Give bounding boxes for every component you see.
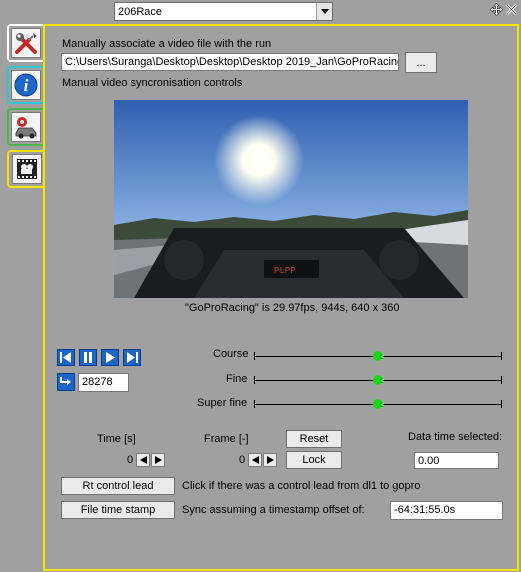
lock-button[interactable]: Lock	[286, 451, 342, 469]
file-time-stamp-description: Sync assuming a timestamp offset of:	[182, 504, 365, 516]
video-info-label: "GoProRacing" is 29.97fps, 944s, 640 x 3…	[185, 302, 400, 314]
course-slider[interactable]	[254, 351, 502, 363]
pause-icon	[84, 352, 92, 363]
svg-text:i: i	[24, 76, 29, 95]
reset-button[interactable]: Reset	[286, 430, 342, 448]
slider-thumb[interactable]	[373, 375, 383, 385]
play-icon	[106, 352, 115, 363]
time-value: 0	[127, 454, 134, 466]
associate-label: Manually associate a video file with the…	[62, 38, 272, 50]
timestamp-offset-input[interactable]: -64:31:55.0s	[390, 501, 503, 520]
tab-setup[interactable]	[7, 24, 43, 62]
info-icon: i	[11, 70, 41, 100]
video-preview: PLPP	[114, 100, 468, 298]
rt-control-lead-button[interactable]: Rt control lead	[61, 477, 175, 495]
car-settings-icon	[11, 112, 41, 142]
browse-button[interactable]: ...	[405, 52, 437, 73]
file-time-stamp-button[interactable]: File time stamp	[61, 501, 175, 519]
skip-end-icon	[127, 352, 138, 363]
tab-car[interactable]	[7, 108, 43, 146]
arrow-right-icon	[266, 456, 274, 464]
frame-label: Frame [-]	[204, 433, 249, 445]
frame-value: 0	[239, 454, 246, 466]
super-fine-slider[interactable]	[254, 399, 502, 411]
sync-controls-label: Manual video syncronisation controls	[62, 77, 243, 89]
video-camera-icon	[12, 154, 42, 184]
slider-tick	[501, 376, 502, 384]
data-time-input[interactable]: 0.00	[414, 452, 499, 469]
slider-thumb[interactable]	[373, 351, 383, 361]
slider-tick	[501, 352, 502, 360]
time-step-forward-button[interactable]	[151, 453, 165, 467]
chevron-down-icon[interactable]	[316, 3, 332, 20]
slider-thumb[interactable]	[373, 399, 383, 409]
course-slider-label: Course	[213, 348, 249, 360]
time-label: Time [s]	[97, 433, 136, 445]
fine-slider[interactable]	[254, 375, 502, 387]
return-arrow-icon	[60, 377, 71, 385]
frame-step-forward-button[interactable]	[263, 453, 277, 467]
svg-text:PLPP: PLPP	[274, 266, 296, 276]
skip-to-start-button[interactable]	[57, 349, 75, 366]
tab-video[interactable]	[7, 150, 45, 188]
fine-slider-label: Fine	[226, 373, 248, 385]
tab-info[interactable]: i	[7, 66, 43, 104]
run-select[interactable]: 206Race	[114, 2, 333, 21]
skip-to-end-button[interactable]	[123, 349, 141, 366]
slider-tick	[501, 400, 502, 408]
frame-step-back-button[interactable]	[248, 453, 262, 467]
run-select-value: 206Race	[118, 5, 163, 18]
time-step-back-button[interactable]	[136, 453, 150, 467]
skip-start-icon	[60, 352, 71, 363]
arrow-right-icon	[154, 456, 162, 464]
arrow-left-icon	[139, 456, 147, 464]
frame-number-input[interactable]: 28278	[78, 373, 129, 392]
jump-to-frame-button[interactable]	[57, 373, 75, 391]
play-button[interactable]	[101, 349, 119, 366]
super-fine-slider-label: Super fine	[197, 397, 248, 409]
wrench-screwdriver-icon	[11, 28, 41, 58]
video-file-path-input[interactable]: C:\Users\Suranga\Desktop\Desktop\Desktop…	[61, 53, 399, 71]
arrow-left-icon	[251, 456, 259, 464]
move-icon[interactable]	[490, 3, 503, 16]
data-time-label: Data time selected:	[408, 431, 503, 443]
close-icon[interactable]	[505, 3, 518, 16]
rt-control-lead-description: Click if there was a control lead from d…	[182, 480, 421, 492]
pause-button[interactable]	[79, 349, 97, 366]
